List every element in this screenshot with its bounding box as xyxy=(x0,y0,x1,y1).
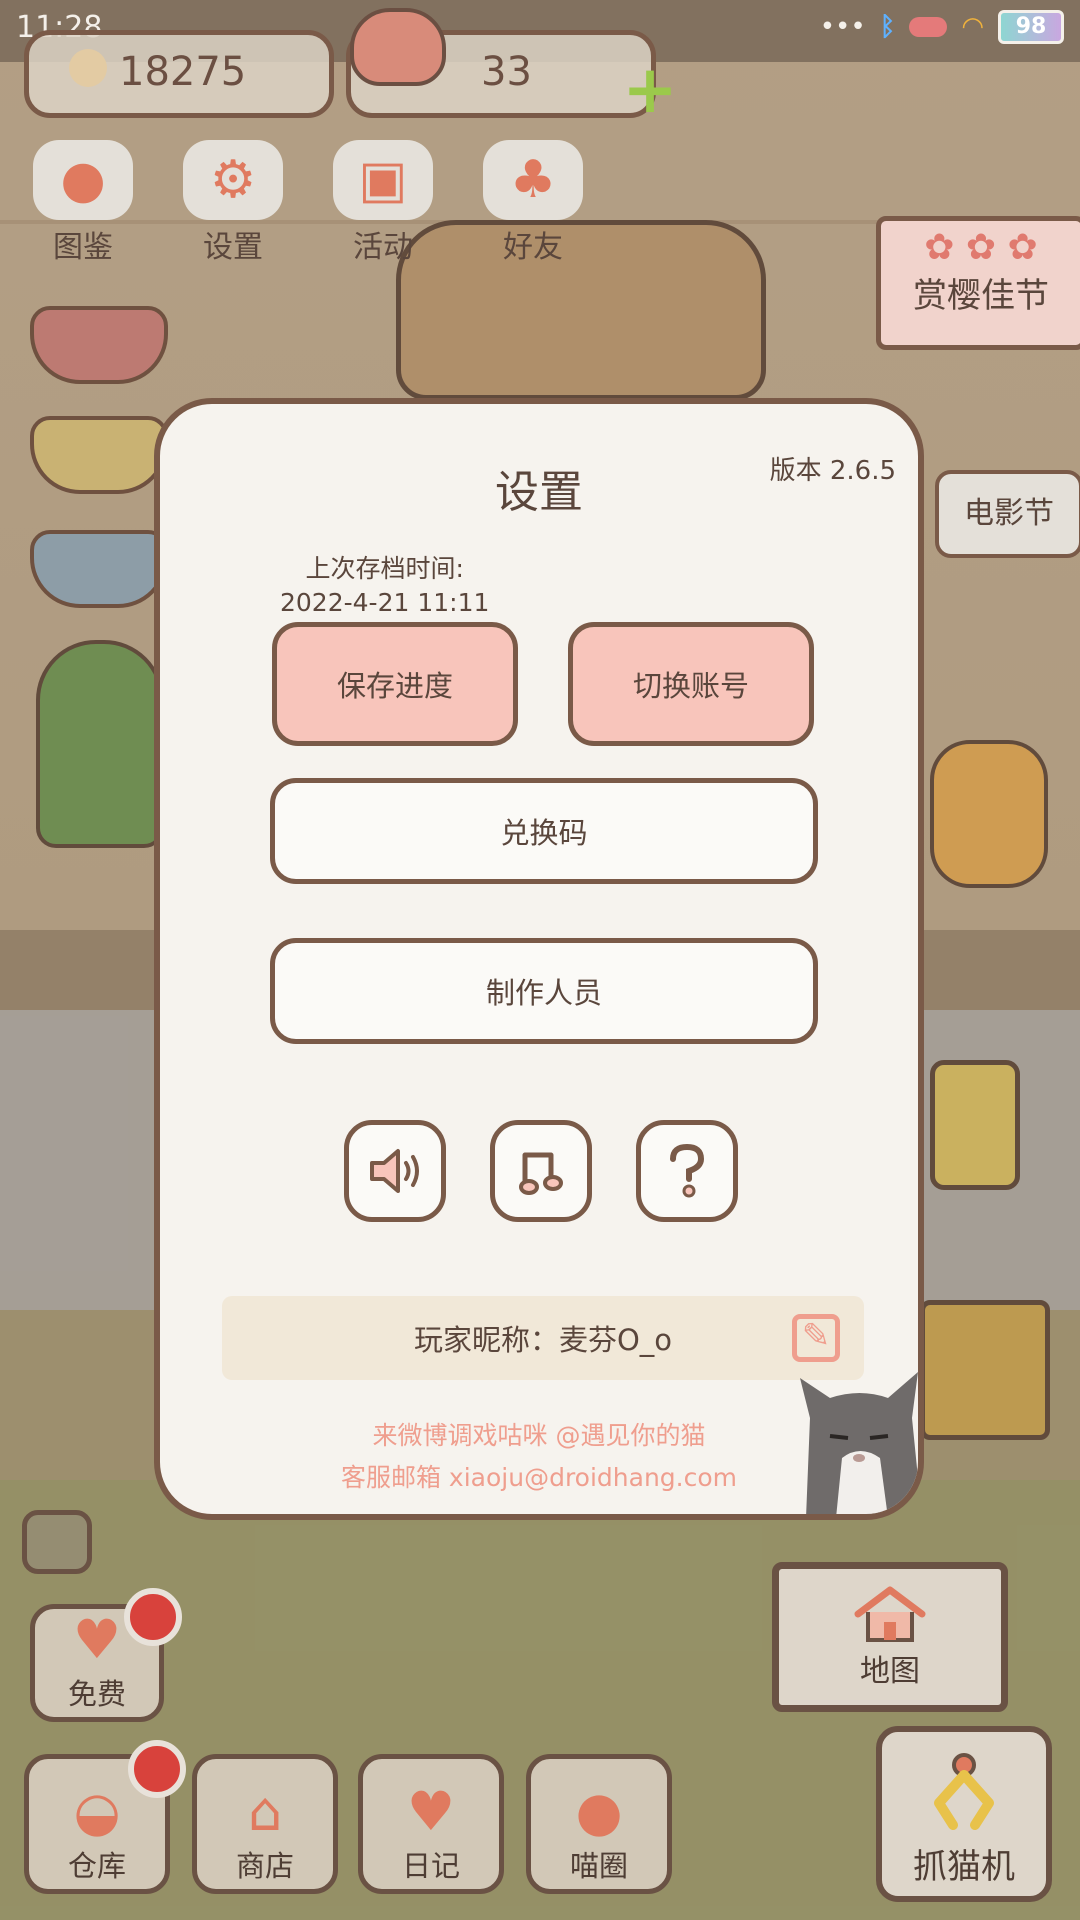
last-save-label: 上次存档时间: xyxy=(305,554,464,583)
sound-toggle-button[interactable] xyxy=(344,1120,446,1222)
save-progress-button[interactable]: 保存进度 xyxy=(272,622,518,746)
coin-icon xyxy=(69,49,107,87)
gamepad-icon xyxy=(909,17,948,37)
status-icons: ••• ᛒ ◠ 98 xyxy=(820,10,1064,44)
diary-book-icon: ♥ xyxy=(406,1780,456,1843)
free-notification-dot xyxy=(124,1588,182,1646)
battery-icon: 98 xyxy=(998,10,1064,44)
cherry-festival-banner[interactable]: ✿ ✿ ✿ 赏樱佳节 xyxy=(876,216,1080,350)
shop-stall-icon: ⌂ xyxy=(247,1780,283,1843)
music-note-icon xyxy=(519,1152,563,1195)
gear-icon: ⚙ xyxy=(183,140,283,220)
map-button[interactable]: 地图 xyxy=(772,1562,1008,1712)
coin-value: 18275 xyxy=(119,49,247,95)
map-label: 地图 xyxy=(860,1654,920,1689)
help-question-icon xyxy=(670,1143,705,1198)
warehouse-label: 仓库 xyxy=(67,1849,126,1883)
claw-machine-label: 抓猫机 xyxy=(913,1847,1015,1887)
nickname-bar[interactable]: 玩家昵称：麦芬O_o ✎ xyxy=(222,1296,864,1380)
help-button[interactable] xyxy=(636,1120,738,1222)
wifi-icon: ◠ xyxy=(961,12,984,42)
menu-label-catalog: 图鉴 xyxy=(53,230,113,265)
credits-button[interactable]: 制作人员 xyxy=(270,938,818,1044)
festival-label: 赏樱佳节 xyxy=(913,276,1049,316)
menu-item-friends[interactable]: ♣ 好友 xyxy=(480,140,586,266)
diary-button[interactable]: ♥ 日记 xyxy=(358,1754,504,1894)
menu-item-catalog[interactable]: ● 图鉴 xyxy=(30,140,136,266)
warehouse-notification-dot xyxy=(128,1740,186,1798)
menu-item-events[interactable]: ▣ 活动 xyxy=(330,140,436,266)
speaker-icon xyxy=(370,1149,419,1193)
house-icon xyxy=(854,1586,926,1642)
cat-photo xyxy=(800,1372,918,1514)
claw-machine-button[interactable]: 抓猫机 xyxy=(876,1726,1052,1902)
rice-bowl-icon: ◒ xyxy=(73,1780,121,1843)
menu-label-friends: 好友 xyxy=(503,230,563,265)
game-screen: 11:28 ••• ᛒ ◠ 98 18275 33 + ● 图鉴 ⚙ 设置 ▣ … xyxy=(0,0,1080,1920)
claw-icon xyxy=(934,1753,994,1830)
cat-circle-label: 喵圈 xyxy=(569,1849,628,1883)
music-toggle-button[interactable] xyxy=(490,1120,592,1222)
shop-button[interactable]: ⌂ 商店 xyxy=(192,1754,338,1894)
movie-festival-label: 电影节 xyxy=(964,496,1054,531)
cat-planet-icon: ● xyxy=(575,1780,623,1843)
player-nickname: 玩家昵称：麦芬O_o xyxy=(413,1323,673,1357)
chat-bubble-button[interactable] xyxy=(22,1510,92,1574)
dialog-title: 设置 xyxy=(495,467,583,518)
coin-counter: 18275 xyxy=(24,30,334,118)
diary-label: 日记 xyxy=(401,1849,460,1883)
redeem-code-button[interactable]: 兑换码 xyxy=(270,778,818,884)
heart-value: 33 xyxy=(481,49,532,95)
edit-nickname-icon[interactable]: ✎ xyxy=(792,1314,840,1362)
menu-label-events: 活动 xyxy=(353,230,413,265)
top-menu: ● 图鉴 ⚙ 设置 ▣ 活动 ♣ 好友 xyxy=(30,140,586,266)
bluetooth-icon: ᛒ xyxy=(879,12,896,42)
gift-icon: ▣ xyxy=(333,140,433,220)
add-hearts-button[interactable]: + xyxy=(620,57,680,123)
movie-festival-banner[interactable]: 电影节 xyxy=(935,470,1080,558)
settings-dialog: 版本 2.6.5 设置 上次存档时间: 2022-4-21 11:11 保存进度… xyxy=(154,398,924,1520)
menu-label-settings: 设置 xyxy=(203,230,263,265)
heart-currency-icon xyxy=(350,8,446,86)
menu-item-settings[interactable]: ⚙ 设置 xyxy=(180,140,286,266)
cat-face-icon: ● xyxy=(33,140,133,220)
cherry-blossom-icon: ✿ ✿ ✿ xyxy=(924,227,1038,268)
last-save-value: 2022-4-21 11:11 xyxy=(280,588,490,617)
cat-circle-button[interactable]: ● 喵圈 xyxy=(526,1754,672,1894)
shop-label: 商店 xyxy=(235,1849,294,1883)
heart-face-icon: ♥ xyxy=(72,1608,122,1671)
friends-icon: ♣ xyxy=(483,140,583,220)
switch-account-button[interactable]: 切换账号 xyxy=(568,622,814,746)
last-save-time: 上次存档时间: 2022-4-21 11:11 xyxy=(280,552,489,620)
more-dots-icon: ••• xyxy=(819,12,866,42)
free-label: 免费 xyxy=(67,1677,126,1711)
